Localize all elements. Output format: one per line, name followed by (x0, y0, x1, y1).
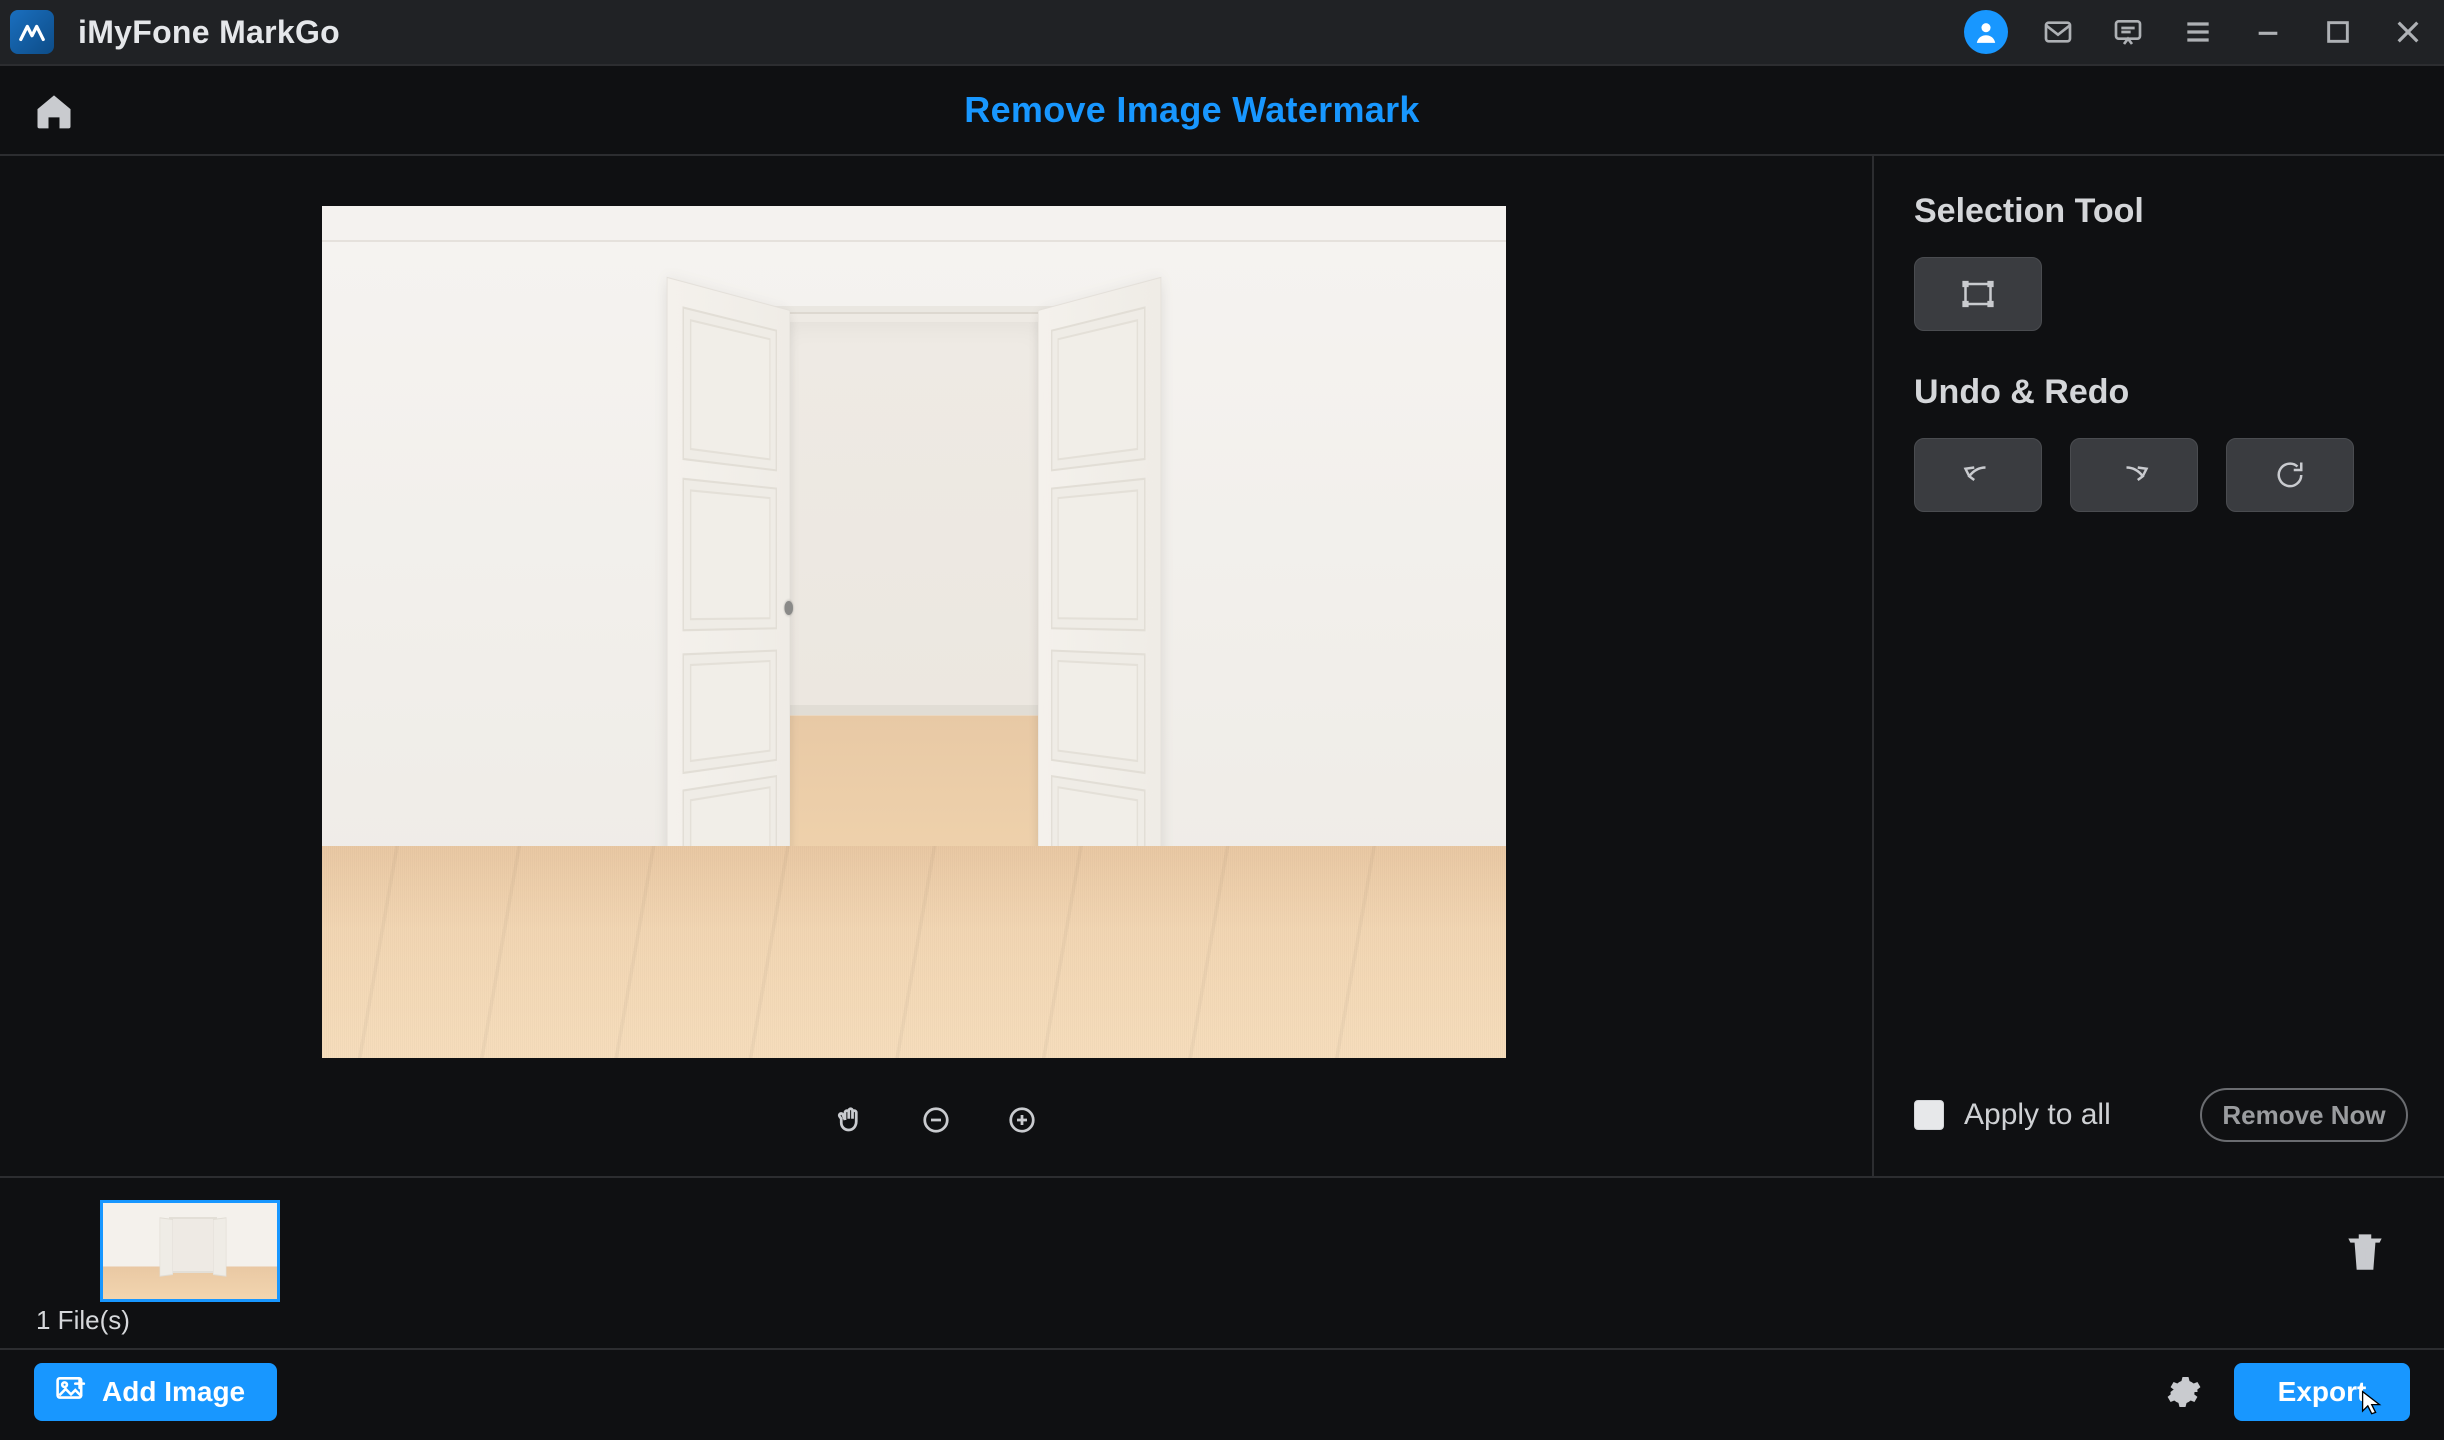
reset-button[interactable] (2226, 438, 2354, 512)
apply-to-all-label: Apply to all (1964, 1098, 2111, 1132)
app-logo (10, 10, 54, 54)
thumbnail-strip: 1 File(s) (0, 1176, 2444, 1348)
canvas-area (0, 156, 1874, 1176)
mode-title: Remove Image Watermark (0, 89, 2414, 131)
settings-button[interactable] (2162, 1370, 2206, 1414)
pan-hand-icon[interactable] (830, 1100, 870, 1140)
mouse-cursor-icon (2360, 1389, 2386, 1415)
remove-now-button[interactable]: Remove Now (2200, 1088, 2408, 1142)
file-count-label: 1 File(s) (36, 1305, 130, 1336)
add-image-button[interactable]: Add Image (34, 1363, 277, 1421)
undo-redo-heading: Undo & Redo (1914, 373, 2404, 412)
image-canvas[interactable] (322, 206, 1506, 1058)
mail-icon[interactable] (2038, 12, 2078, 52)
zoom-out-icon[interactable] (916, 1100, 956, 1140)
undo-button[interactable] (1914, 438, 2042, 512)
side-panel: Selection Tool Undo & Redo (1874, 156, 2444, 1176)
image-add-icon (56, 1376, 86, 1409)
minimize-icon[interactable] (2248, 12, 2288, 52)
titlebar: iMyFone MarkGo (0, 0, 2444, 66)
feedback-icon[interactable] (2108, 12, 2148, 52)
apply-to-all-checkbox[interactable] (1914, 1100, 1944, 1130)
delete-button[interactable] (2340, 1224, 2390, 1278)
export-label: Export (2278, 1376, 2367, 1408)
title-icons (1964, 10, 2428, 54)
selection-tool-heading: Selection Tool (1914, 192, 2404, 231)
account-icon[interactable] (1964, 10, 2008, 54)
close-icon[interactable] (2388, 12, 2428, 52)
home-button[interactable] (26, 82, 82, 138)
main-area: Selection Tool Undo & Redo (0, 156, 2444, 1176)
add-image-label: Add Image (102, 1376, 245, 1408)
export-button[interactable]: Export (2234, 1363, 2410, 1421)
redo-button[interactable] (2070, 438, 2198, 512)
canvas-tools (0, 1100, 1872, 1140)
maximize-icon[interactable] (2318, 12, 2358, 52)
menu-icon[interactable] (2178, 12, 2218, 52)
thumbnail[interactable] (100, 1200, 280, 1302)
side-panel-footer: Apply to all Remove Now (1914, 1088, 2408, 1142)
bottom-bar: Add Image Export (0, 1348, 2444, 1434)
selection-rect-tool[interactable] (1914, 257, 2042, 331)
app-title: iMyFone MarkGo (78, 14, 340, 51)
modebar: Remove Image Watermark (0, 66, 2444, 156)
remove-now-label: Remove Now (2222, 1100, 2385, 1131)
zoom-in-icon[interactable] (1002, 1100, 1042, 1140)
